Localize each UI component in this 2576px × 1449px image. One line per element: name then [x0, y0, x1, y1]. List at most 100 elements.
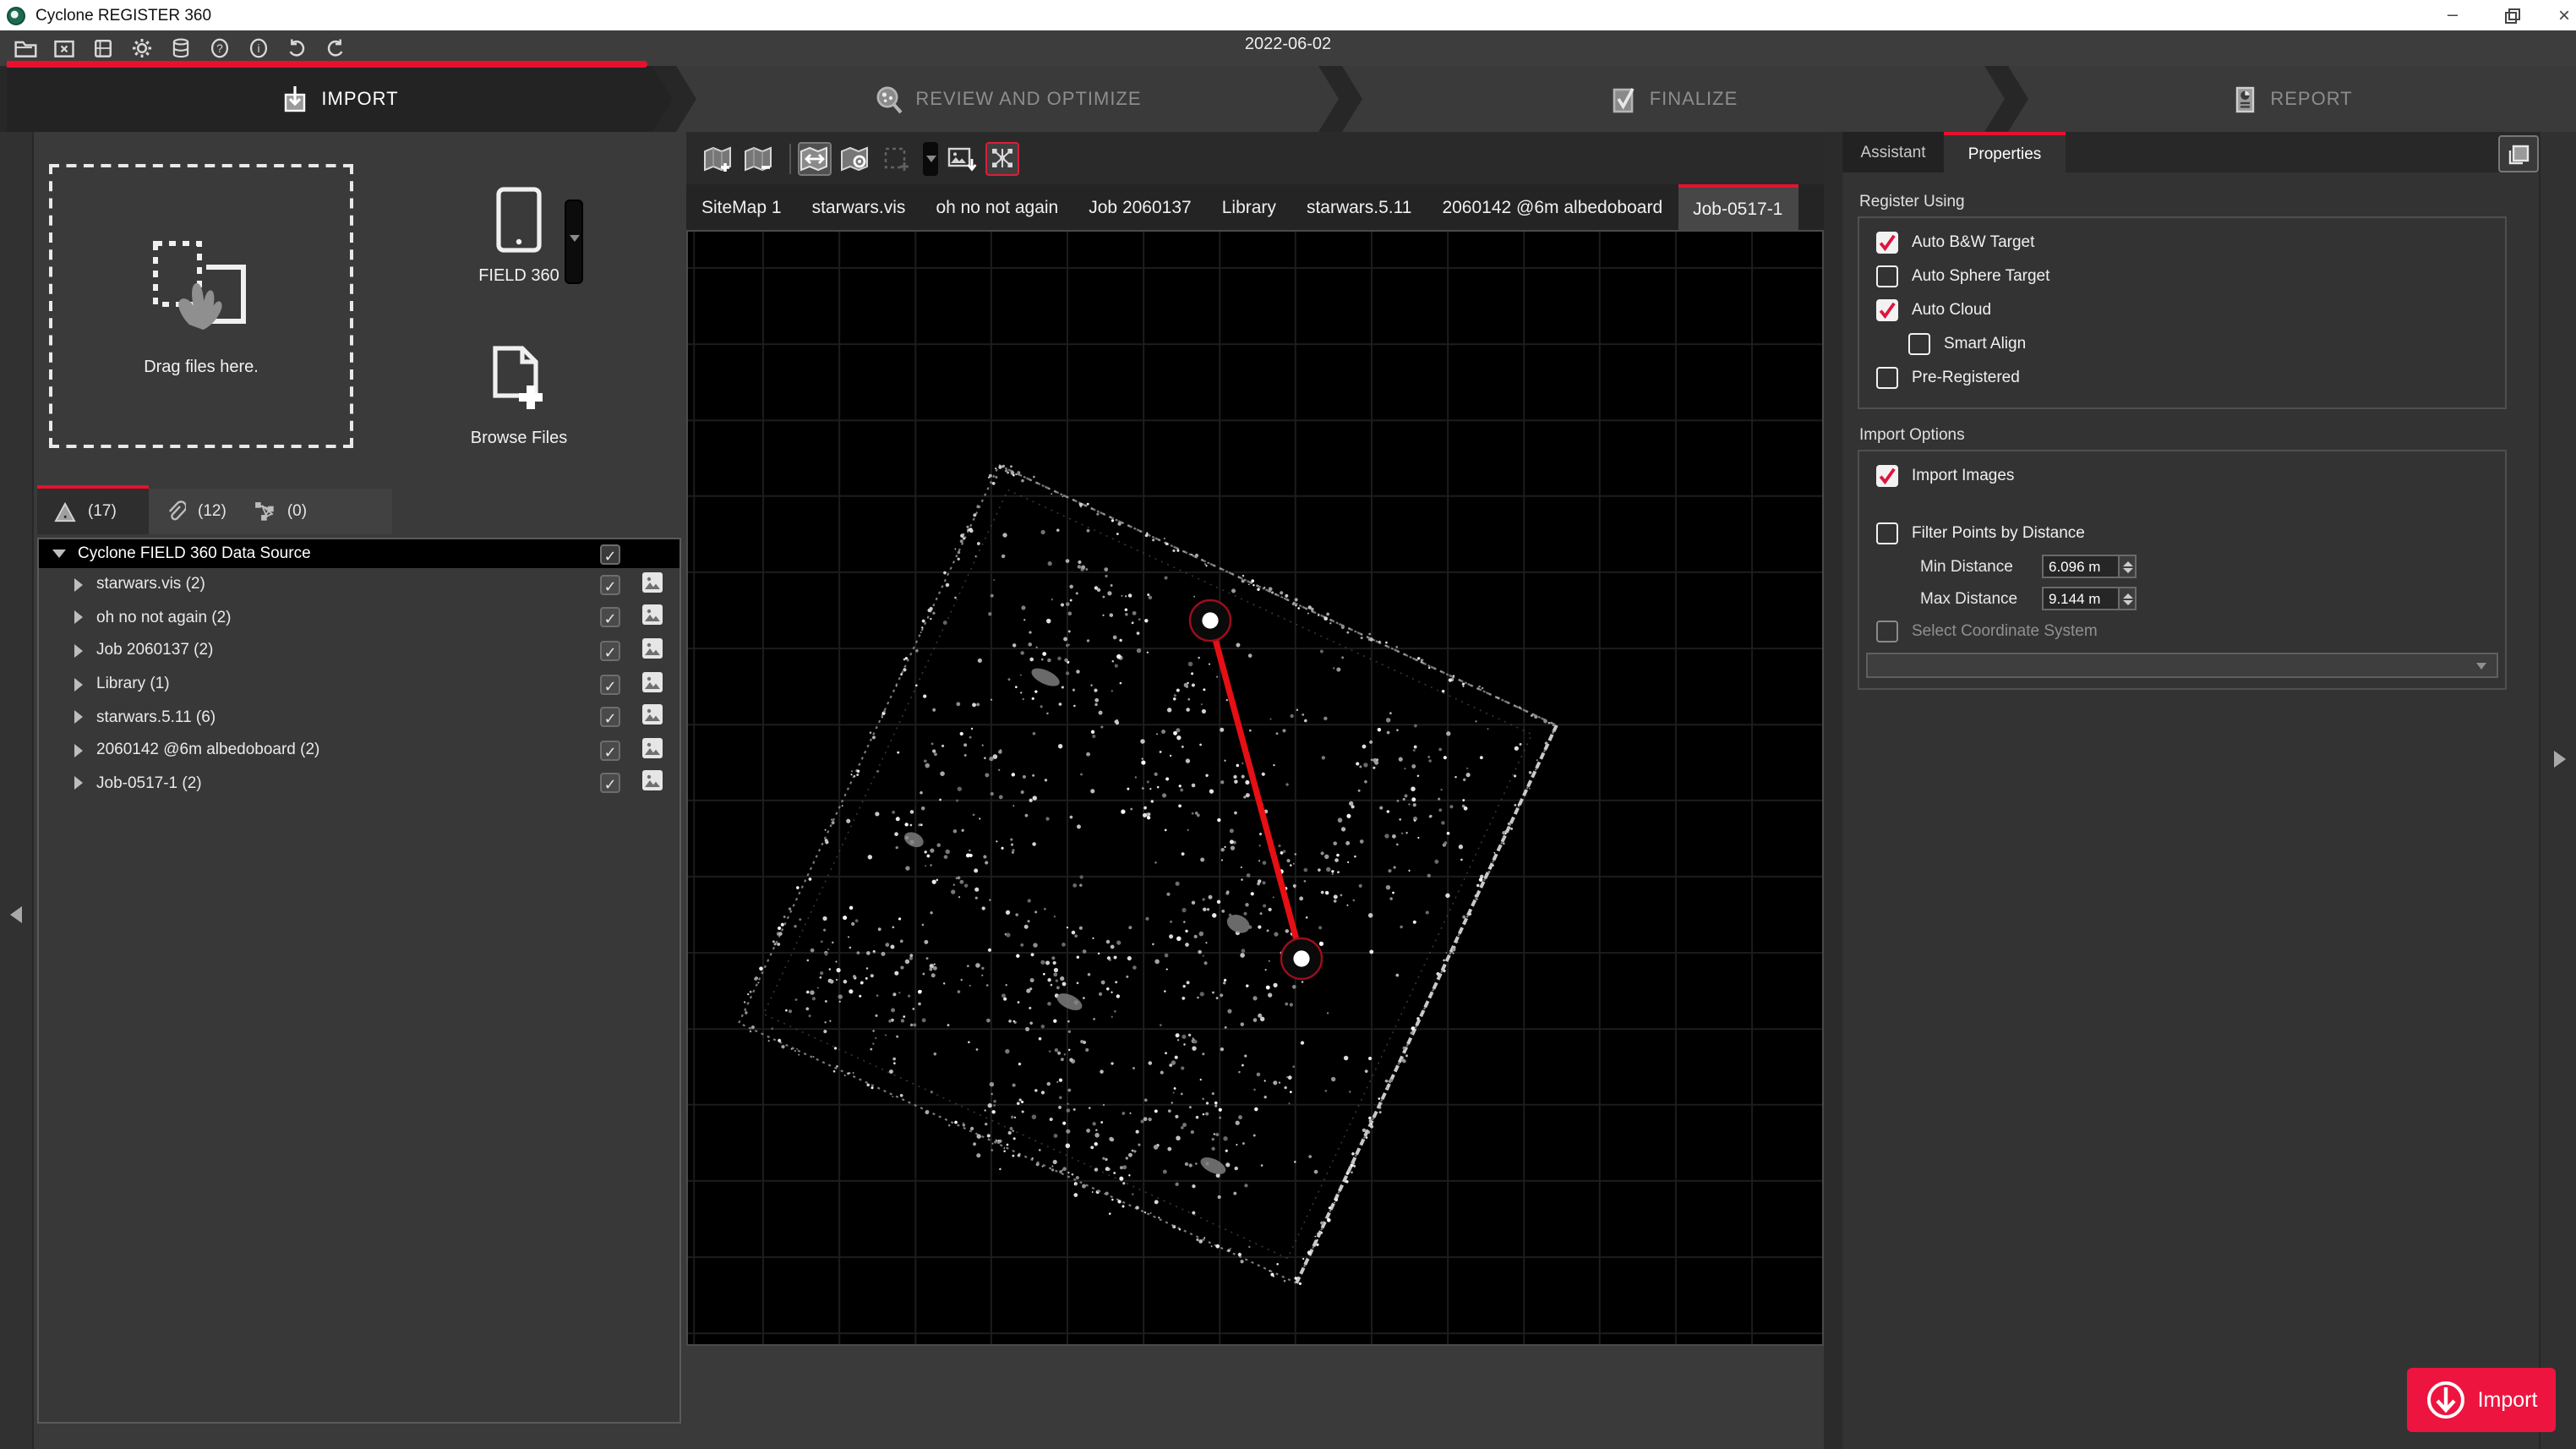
caret-right-icon[interactable]: [74, 744, 83, 757]
checkbox[interactable]: [1876, 299, 1898, 321]
info-icon[interactable]: i: [243, 36, 272, 61]
storage-icon[interactable]: [166, 36, 194, 61]
import-button[interactable]: Import: [2407, 1368, 2556, 1432]
caret-right-icon[interactable]: [74, 677, 83, 691]
sitemap-tab[interactable]: Library: [1207, 184, 1291, 230]
coordinate-system-dropdown[interactable]: [1866, 653, 2498, 678]
tree-row-checkbox[interactable]: ✓: [600, 741, 620, 761]
option-auto-sphere-target[interactable]: Auto Sphere Target: [1876, 265, 2049, 287]
option-smart-align[interactable]: Smart Align: [1908, 333, 2026, 355]
workflow-tab-import[interactable]: IMPORT: [7, 66, 673, 132]
option-auto-bw-target[interactable]: Auto B&W Target: [1876, 232, 2034, 254]
tool-options-dropdown[interactable]: [923, 141, 938, 175]
option-pre-registered[interactable]: Pre-Registered: [1876, 367, 2020, 389]
tab-assistant[interactable]: Assistant: [1842, 132, 1944, 172]
select-region-button[interactable]: [879, 141, 913, 175]
min-distance-stepper[interactable]: [2120, 555, 2137, 578]
collapse-left-panel-icon[interactable]: [10, 906, 22, 923]
max-distance-stepper[interactable]: [2120, 587, 2137, 610]
option-auto-cloud[interactable]: Auto Cloud: [1876, 299, 1991, 321]
tree-header-row[interactable]: Cyclone FIELD 360 Data Source ✓: [39, 539, 679, 568]
checkbox[interactable]: [1908, 333, 1930, 355]
tree-header-checkbox[interactable]: ✓: [600, 544, 620, 564]
caret-right-icon[interactable]: [74, 777, 83, 790]
sitemap-tab[interactable]: oh no not again: [920, 184, 1073, 230]
field360-source[interactable]: FIELD 360: [460, 186, 578, 286]
field360-dropdown[interactable]: [565, 200, 583, 284]
checkbox[interactable]: [1876, 367, 1898, 389]
place-setup-button[interactable]: [838, 141, 872, 175]
visual-link-tool-button[interactable]: [985, 141, 1019, 175]
minimize-button[interactable]: –: [2431, 0, 2475, 29]
tree-row-checkbox[interactable]: ✓: [600, 641, 620, 661]
tab-attachments[interactable]: (12): [166, 500, 226, 522]
option-select-coordinate-system[interactable]: Select Coordinate System: [1876, 621, 2098, 642]
checkbox[interactable]: [1876, 465, 1898, 487]
tree-row-checkbox[interactable]: ✓: [600, 575, 620, 595]
tree-row[interactable]: Library (1) ✓: [39, 668, 679, 701]
sitemap-tab[interactable]: starwars.vis: [797, 184, 921, 230]
sitemap-tab[interactable]: Job 2060137: [1073, 184, 1206, 230]
tree-row-checkbox[interactable]: ✓: [600, 674, 620, 694]
thumbnail-icon[interactable]: [642, 771, 663, 796]
restore-button[interactable]: [2488, 0, 2532, 29]
option-filter-points[interactable]: Filter Points by Distance: [1876, 522, 2085, 544]
tree-row[interactable]: oh no not again (2) ✓: [39, 601, 679, 634]
pan-sitemap-button[interactable]: [798, 141, 832, 175]
thumbnail-icon[interactable]: [642, 671, 663, 697]
caret-right-icon[interactable]: [74, 578, 83, 592]
workflow-tab-finalize[interactable]: FINALIZE: [1342, 66, 2005, 132]
sitemap-tab[interactable]: 2060142 @6m albedoboard: [1427, 184, 1678, 230]
registration-link[interactable]: [1190, 600, 1322, 979]
min-distance-input[interactable]: [2042, 555, 2120, 578]
redo-icon[interactable]: [321, 36, 350, 61]
right-collapse-strip[interactable]: [2539, 132, 2576, 1449]
panel-layout-toggle-button[interactable]: [2498, 135, 2539, 172]
tree-row-checkbox[interactable]: ✓: [600, 608, 620, 628]
thumbnail-icon[interactable]: [642, 638, 663, 664]
close-button[interactable]: ×: [2542, 0, 2576, 29]
tree-row[interactable]: starwars.vis (2) ✓: [39, 568, 679, 601]
import-image-button[interactable]: [945, 141, 979, 175]
caret-right-icon[interactable]: [74, 710, 83, 724]
tab-links[interactable]: (0): [254, 500, 307, 522]
sitemap-tab-active[interactable]: Job-0517-1: [1678, 184, 1798, 230]
checkbox[interactable]: [1876, 621, 1898, 642]
thumbnail-icon[interactable]: [642, 605, 663, 631]
panel-splitter[interactable]: [1824, 132, 1842, 1449]
tree-row[interactable]: Job 2060137 (2) ✓: [39, 634, 679, 667]
add-sitemap-button[interactable]: [701, 141, 735, 175]
settings-gear-icon[interactable]: [127, 36, 156, 61]
close-project-icon[interactable]: [49, 36, 78, 61]
workflow-tab-review[interactable]: REVIEW AND OPTIMIZE: [676, 66, 1339, 132]
sitemap-tab[interactable]: starwars.5.11: [1291, 184, 1427, 230]
open-project-icon[interactable]: [10, 36, 39, 61]
thumbnail-icon[interactable]: [642, 572, 663, 598]
help-icon[interactable]: ?: [205, 36, 233, 61]
tree-row[interactable]: Job-0517-1 (2) ✓: [39, 767, 679, 800]
caret-down-icon[interactable]: [52, 550, 66, 558]
browse-files-source[interactable]: Browse Files: [453, 345, 585, 448]
checkbox[interactable]: [1876, 265, 1898, 287]
max-distance-input[interactable]: [2042, 587, 2120, 610]
sitemap-tab[interactable]: SiteMap 1: [686, 184, 797, 230]
tab-properties[interactable]: Properties: [1944, 132, 2066, 172]
tree-row-checkbox[interactable]: ✓: [600, 774, 620, 794]
caret-right-icon[interactable]: [74, 644, 83, 658]
project-manager-icon[interactable]: [88, 36, 117, 61]
thumbnail-icon[interactable]: [642, 738, 663, 763]
remove-sitemap-button[interactable]: [742, 141, 776, 175]
checkbox[interactable]: [1876, 522, 1898, 544]
thumbnail-icon[interactable]: [642, 704, 663, 730]
drag-files-dropzone[interactable]: Drag files here.: [49, 164, 353, 448]
workflow-tab-report[interactable]: REPORT: [2008, 66, 2576, 132]
tree-row[interactable]: 2060142 @6m albedoboard (2) ✓: [39, 734, 679, 767]
tree-row[interactable]: starwars.5.11 (6) ✓: [39, 701, 679, 734]
sitemap-canvas[interactable]: [686, 230, 1824, 1346]
option-import-images[interactable]: Import Images: [1876, 465, 2014, 487]
expand-right-panel-icon[interactable]: [2554, 751, 2566, 768]
tab-warnings[interactable]: (17): [37, 489, 149, 534]
undo-icon[interactable]: [282, 36, 311, 61]
left-collapse-strip[interactable]: [0, 132, 34, 1449]
tree-row-checkbox[interactable]: ✓: [600, 707, 620, 727]
